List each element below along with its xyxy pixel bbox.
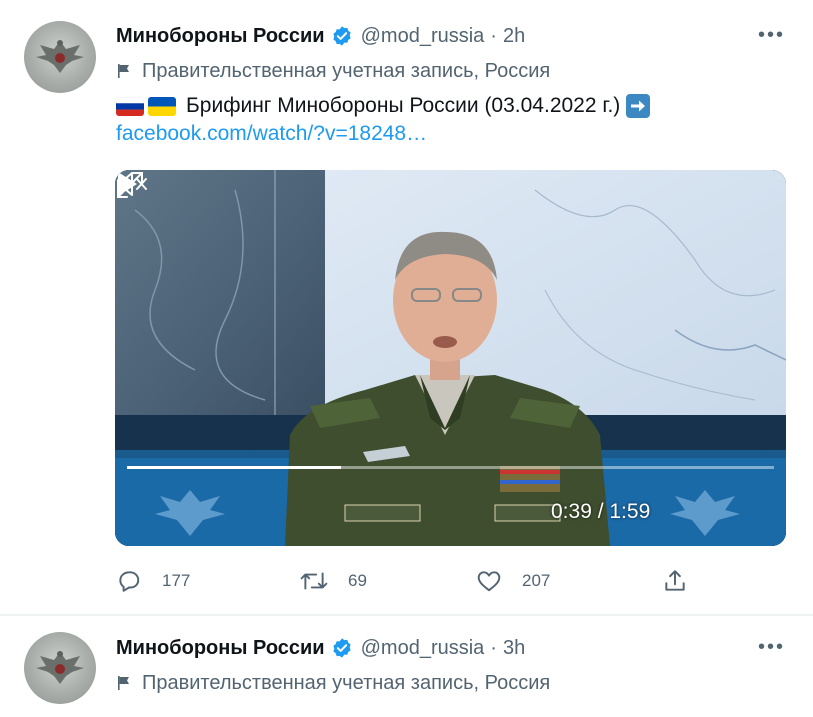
account-label[interactable]: Правительственная учетная запись, Россия bbox=[116, 670, 550, 696]
avatar[interactable] bbox=[24, 21, 96, 93]
reply-count: 177 bbox=[162, 571, 191, 590]
tweet-header: Минобороны России @mod_russia · 2h bbox=[116, 22, 525, 50]
verified-badge-icon bbox=[332, 26, 351, 46]
emblem-icon bbox=[36, 40, 84, 73]
more-options-icon[interactable]: ••• bbox=[758, 24, 785, 47]
reply-button[interactable]: 177 bbox=[116, 566, 190, 596]
account-label[interactable]: Правительственная учетная запись, Россия bbox=[116, 58, 550, 84]
like-count: 207 bbox=[522, 571, 551, 590]
tweet-text: Брифинг Минобороны России (03.04.2022 г.… bbox=[116, 91, 651, 121]
tweet[interactable]: Минобороны России @mod_russia · 2h ••• П… bbox=[0, 0, 813, 615]
retweet-count: 69 bbox=[348, 571, 367, 590]
tweet-header: Минобороны России @mod_russia · 3h bbox=[116, 634, 525, 662]
russia-flag-icon bbox=[116, 96, 144, 116]
timestamp[interactable]: 3h bbox=[503, 637, 525, 660]
tweet-text-content: Брифинг Минобороны России (03.04.2022 г.… bbox=[186, 94, 621, 117]
video-progress-fill bbox=[127, 466, 341, 469]
video-frame bbox=[115, 170, 786, 546]
timestamp[interactable]: 2h bbox=[503, 25, 525, 48]
separator-dot: · bbox=[490, 24, 497, 47]
video-time: 0:39 / 1:59 bbox=[551, 500, 651, 523]
author-name[interactable]: Минобороны России bbox=[116, 25, 325, 48]
separator-dot: · bbox=[490, 636, 497, 659]
more-options-icon[interactable]: ••• bbox=[758, 636, 785, 659]
author-handle[interactable]: @mod_russia bbox=[361, 637, 485, 660]
author-name[interactable]: Минобороны России bbox=[116, 637, 325, 660]
verified-badge-icon bbox=[332, 638, 351, 658]
reply-icon bbox=[119, 571, 140, 592]
avatar[interactable] bbox=[24, 632, 96, 704]
video-progress-bar[interactable] bbox=[127, 466, 774, 469]
ukraine-flag-icon bbox=[148, 96, 176, 116]
emblem-icon bbox=[36, 651, 84, 684]
account-label-text: Правительственная учетная запись, Россия bbox=[142, 59, 551, 82]
author-handle[interactable]: @mod_russia bbox=[361, 25, 485, 48]
account-label-text: Правительственная учетная запись, Россия bbox=[142, 671, 551, 694]
like-button[interactable]: 207 bbox=[476, 566, 550, 596]
heart-icon bbox=[477, 571, 501, 592]
retweet-icon bbox=[300, 572, 328, 590]
tweet-link[interactable]: facebook.com/watch/?v=18248… bbox=[116, 122, 427, 146]
flag-icon bbox=[118, 676, 129, 690]
share-icon bbox=[665, 570, 685, 591]
tweet-actions: 177 69 207 bbox=[116, 566, 796, 596]
video-player[interactable]: 0:39 / 1:59 bbox=[115, 170, 786, 546]
retweet-button[interactable]: 69 bbox=[300, 566, 367, 596]
right-arrow-icon bbox=[626, 94, 651, 118]
share-button[interactable] bbox=[662, 566, 708, 596]
flag-icon bbox=[118, 64, 129, 78]
fullscreen-icon[interactable] bbox=[115, 170, 145, 200]
tweet[interactable]: Минобороны России @mod_russia · 3h ••• П… bbox=[0, 616, 813, 717]
